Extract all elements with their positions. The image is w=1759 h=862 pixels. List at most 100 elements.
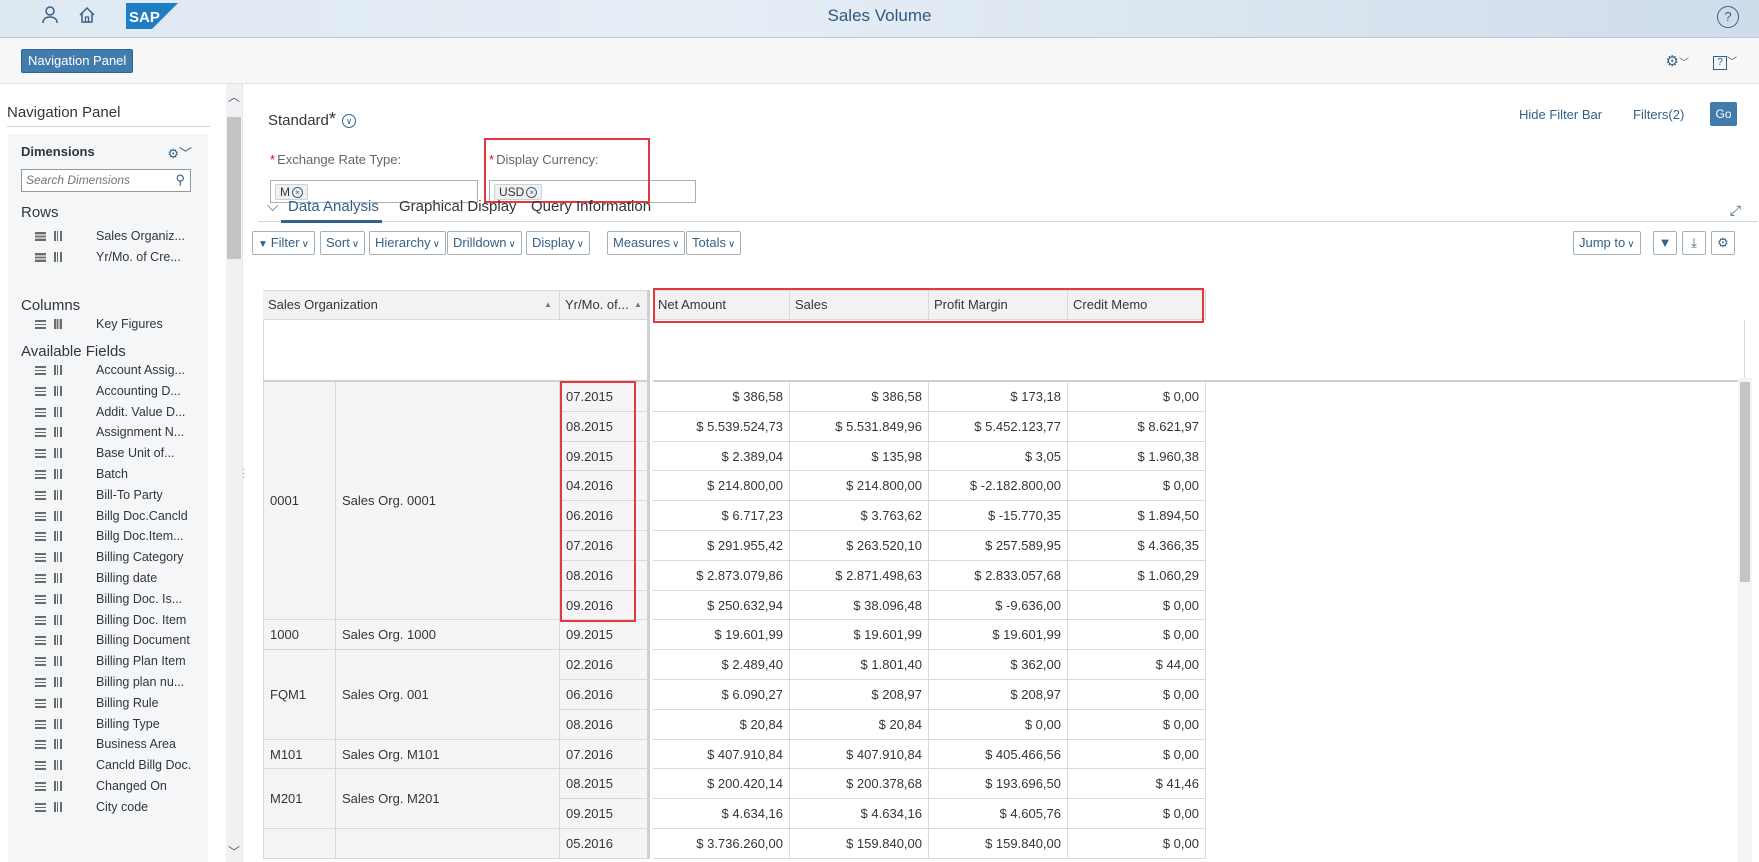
row-axis-icon[interactable] — [35, 740, 46, 750]
sap-logo[interactable]: SAP — [126, 3, 178, 29]
dimension-field-item[interactable]: Billing Document — [21, 631, 206, 651]
row-axis-icon[interactable] — [35, 253, 46, 262]
dimension-field-item[interactable]: Key Figures — [21, 315, 206, 335]
row-axis-icon[interactable] — [35, 553, 46, 563]
dimension-field-item[interactable]: Batch — [21, 465, 206, 485]
download-icon[interactable]: ⤓ — [1682, 231, 1706, 255]
row-axis-icon[interactable] — [35, 386, 46, 396]
row-axis-icon[interactable] — [35, 719, 46, 729]
tab-query-information[interactable]: Query Information — [531, 198, 651, 215]
column-axis-icon[interactable] — [54, 319, 62, 329]
column-axis-icon[interactable] — [54, 801, 62, 812]
navigation-panel-button[interactable]: Navigation Panel — [21, 49, 134, 73]
dimension-field-item[interactable]: Assignment N... — [21, 423, 206, 443]
column-axis-icon[interactable] — [54, 531, 62, 542]
toolbar-button-filter[interactable]: ▼ Filter ∨ — [252, 231, 315, 255]
column-axis-icon[interactable] — [54, 469, 62, 479]
column-axis-icon[interactable] — [54, 635, 62, 646]
dimension-settings-icon[interactable]: ⚙﹀ — [167, 143, 192, 162]
search-dimensions[interactable]: ⚲ — [21, 169, 191, 192]
column-axis-icon[interactable] — [54, 614, 62, 625]
column-axis-icon[interactable] — [54, 427, 62, 438]
column-axis-icon[interactable] — [54, 448, 62, 459]
column-axis-icon[interactable] — [54, 489, 62, 500]
row-axis-icon[interactable] — [35, 232, 46, 241]
dimension-field-item[interactable]: Billg Doc.Item... — [21, 527, 206, 547]
column-axis-icon[interactable] — [54, 365, 62, 375]
scroll-thumb[interactable] — [227, 117, 241, 259]
column-axis-icon[interactable] — [54, 656, 62, 667]
splitter-grip-icon[interactable]: · · · — [242, 465, 245, 483]
column-axis-icon[interactable] — [54, 760, 62, 771]
column-axis-icon[interactable] — [54, 573, 62, 583]
dimension-field-item[interactable]: City code — [21, 798, 206, 818]
dimension-field-item[interactable]: Billing date — [21, 569, 206, 589]
column-axis-icon[interactable] — [54, 510, 62, 521]
dimension-field-item[interactable]: Sales Organiz... — [21, 227, 206, 247]
hide-filter-bar-link[interactable]: Hide Filter Bar — [1519, 107, 1602, 122]
row-axis-icon[interactable] — [35, 636, 46, 646]
remove-token-icon[interactable]: × — [526, 187, 538, 199]
dimension-field-item[interactable]: Billg Doc.Cancld — [21, 507, 206, 527]
tab-graphical-display[interactable]: Graphical Display — [399, 198, 517, 215]
column-header[interactable]: Sales — [790, 290, 929, 320]
column-axis-icon[interactable] — [54, 697, 62, 708]
sort-ascending-icon[interactable]: ▲ — [634, 300, 642, 309]
dimension-field-item[interactable]: Base Unit of... — [21, 444, 206, 464]
row-axis-icon[interactable] — [35, 366, 46, 375]
settings-menu-icon[interactable]: ⚙﹀ — [1666, 52, 1689, 70]
row-axis-icon[interactable] — [35, 407, 46, 417]
column-header[interactable]: Net Amount — [653, 290, 790, 320]
column-axis-icon[interactable] — [54, 406, 62, 417]
column-header[interactable]: Credit Memo — [1068, 290, 1206, 320]
go-button[interactable]: Go — [1710, 102, 1737, 126]
row-axis-icon[interactable] — [35, 678, 46, 687]
help-menu-icon[interactable]: ? ﹀ — [1713, 52, 1737, 70]
row-header-sales-organization[interactable]: Sales Organization — [263, 290, 560, 320]
chevron-down-icon[interactable]: ∨ — [342, 114, 357, 129]
collapse-chevron-icon[interactable]: ⌵ — [267, 198, 278, 215]
search-icon[interactable]: ⚲ — [175, 172, 185, 188]
toolbar-button-hierarchy[interactable]: Hierarchy ∨ — [369, 231, 446, 255]
toolbar-button-sort[interactable]: Sort ∨ — [320, 231, 366, 255]
grid-scrollbar[interactable] — [1738, 378, 1752, 862]
sort-ascending-icon[interactable]: ▲ — [544, 300, 552, 309]
row-axis-icon[interactable] — [35, 657, 46, 667]
column-axis-icon[interactable] — [54, 385, 62, 396]
user-icon[interactable] — [38, 6, 62, 30]
dimension-field-item[interactable]: Yr/Mo. of Cre... — [21, 248, 206, 268]
dimension-field-item[interactable]: Business Area — [21, 735, 206, 755]
column-axis-icon[interactable] — [54, 677, 62, 687]
settings-icon[interactable]: ⚙ — [1711, 231, 1735, 255]
dimension-field-item[interactable]: Billing Plan Item — [21, 652, 206, 672]
column-axis-icon[interactable] — [54, 781, 62, 791]
row-axis-icon[interactable] — [35, 761, 46, 771]
column-axis-icon[interactable] — [54, 552, 62, 563]
row-axis-icon[interactable] — [35, 594, 46, 604]
toolbar-button-drilldown[interactable]: Drilldown ∨ — [447, 231, 522, 255]
column-axis-icon[interactable] — [54, 231, 62, 241]
row-axis-icon[interactable] — [35, 490, 46, 500]
dimension-field-item[interactable]: Billing Rule — [21, 694, 206, 714]
dimension-field-item[interactable]: Accounting D... — [21, 382, 206, 402]
row-axis-icon[interactable] — [35, 449, 46, 459]
column-axis-icon[interactable] — [54, 718, 62, 729]
dimension-field-item[interactable]: Billing Type — [21, 715, 206, 735]
row-axis-icon[interactable] — [35, 511, 46, 521]
filters-link[interactable]: Filters(2) — [1633, 107, 1684, 122]
row-axis-icon[interactable] — [35, 782, 46, 791]
dimension-field-item[interactable]: Cancld Billg Doc. — [21, 756, 206, 776]
row-axis-icon[interactable] — [35, 802, 46, 812]
tab-data-analysis[interactable]: Data Analysis — [288, 198, 379, 215]
help-icon[interactable]: ? — [1717, 6, 1739, 28]
row-axis-icon[interactable] — [35, 698, 46, 708]
scroll-down-icon[interactable]: ﹀ — [226, 843, 242, 860]
dimension-field-item[interactable]: Bill-To Party — [21, 486, 206, 506]
dimension-field-item[interactable]: Addit. Value D... — [21, 403, 206, 423]
row-axis-icon[interactable] — [35, 615, 46, 625]
filter-icon[interactable]: ▼ — [1653, 231, 1677, 255]
dimension-field-item[interactable]: Billing Doc. Item — [21, 611, 206, 631]
fullscreen-icon[interactable]: ⤢ — [1730, 202, 1741, 219]
jump-to-button[interactable]: Jump to ∨ — [1573, 231, 1641, 255]
dimension-field-item[interactable]: Changed On — [21, 777, 206, 797]
